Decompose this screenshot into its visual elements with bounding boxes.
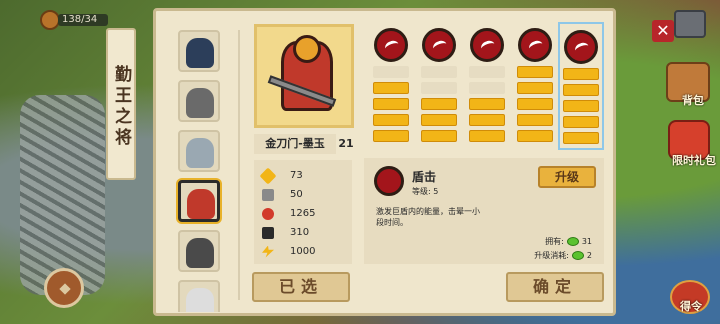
backpack-label: 背包	[682, 94, 704, 107]
owned-count: 拥有: 31	[545, 237, 592, 246]
skill-level-pip	[421, 130, 457, 142]
gift-pack-label: 限时礼包	[672, 154, 716, 167]
skill-description: 激发巨盾内的能量，击晕一小段时间。	[376, 207, 480, 227]
skill-level-pip	[373, 114, 409, 126]
gem-icon	[571, 251, 584, 260]
skill-level-pip	[517, 82, 553, 94]
boot-icon	[262, 226, 274, 239]
lightning-icon	[262, 245, 274, 258]
skill-column[interactable]	[368, 22, 414, 150]
skill-level-pip	[517, 66, 553, 78]
stat-attack: 73	[259, 166, 352, 185]
map-icon[interactable]	[674, 10, 706, 38]
skill-level-pip	[469, 66, 505, 78]
skill-column[interactable]	[512, 22, 558, 150]
skill-column[interactable]	[558, 22, 604, 150]
hero-slot[interactable]	[178, 280, 220, 312]
upgrade-button[interactable]: 升级	[538, 166, 596, 188]
skill-level-pip	[469, 130, 505, 142]
skill-level-pip	[421, 114, 457, 126]
coin-icon	[40, 10, 60, 30]
skill-level-pip	[517, 98, 553, 110]
compass-button[interactable]	[44, 268, 84, 308]
scrollbar-track[interactable]	[238, 30, 240, 300]
hero-slot[interactable]	[178, 80, 220, 122]
skill-level-pip	[373, 98, 409, 110]
upgrade-cost: 升级消耗: 2	[534, 251, 592, 260]
skill-level-pip	[517, 114, 553, 126]
stat-speed: 310	[262, 223, 352, 242]
shield-icon	[262, 188, 274, 201]
stone-wall	[20, 95, 105, 295]
skill-column[interactable]	[416, 22, 462, 150]
skill-detail: 盾击 等级: 5 升级 激发巨盾内的能量，击晕一小段时间。 拥有: 31 升级消耗…	[364, 158, 604, 264]
sword-icon	[259, 167, 277, 184]
hero-stats: 73 50 1265 310 1000	[254, 160, 352, 264]
skill-level-pip	[563, 132, 599, 144]
hero-name: 金刀门-墨玉	[254, 134, 336, 154]
gem-icon	[566, 237, 579, 246]
skill-level: 等级: 5	[412, 187, 439, 196]
hero-slot[interactable]	[178, 130, 220, 172]
stat-health: 1265	[262, 204, 352, 223]
stat-defense: 50	[262, 185, 352, 204]
order-label: 得令	[680, 300, 702, 313]
confirm-button[interactable]: 确定	[506, 272, 604, 302]
hero-list	[170, 24, 228, 312]
hero-slot-selected[interactable]	[178, 180, 220, 222]
crescent-icon	[518, 28, 552, 62]
hero-level: 21	[338, 137, 354, 150]
shield-burst-icon	[374, 166, 404, 196]
gold-counter: 138/34	[58, 14, 108, 26]
skill-column[interactable]	[464, 22, 510, 150]
skill-level-pip	[469, 114, 505, 126]
hero-slot[interactable]	[178, 30, 220, 72]
selected-button[interactable]: 已选	[252, 272, 350, 302]
heart-icon	[262, 207, 274, 220]
stat-energy: 1000	[262, 242, 352, 261]
shield-burst-icon	[564, 30, 598, 64]
skill-level-pip	[517, 130, 553, 142]
hero-portrait	[254, 24, 354, 128]
skill-level-pip	[421, 82, 457, 94]
slash-icon	[422, 28, 456, 62]
fist-icon	[374, 28, 408, 62]
skill-level-pip	[373, 66, 409, 78]
close-button[interactable]: ✕	[652, 20, 674, 42]
skill-name: 盾击	[412, 170, 437, 184]
skill-level-pip	[469, 98, 505, 110]
skill-level-pip	[563, 68, 599, 80]
skill-level-pip	[373, 130, 409, 142]
panel-title: 勤王之将	[106, 28, 136, 180]
skill-level-pip	[563, 116, 599, 128]
skill-level-pip	[563, 100, 599, 112]
skill-level-pip	[421, 98, 457, 110]
claw-icon	[470, 28, 504, 62]
skill-level-pip	[421, 66, 457, 78]
skill-level-pip	[469, 82, 505, 94]
skill-level-pip	[563, 84, 599, 96]
hero-slot[interactable]	[178, 230, 220, 272]
skill-level-pip	[373, 82, 409, 94]
